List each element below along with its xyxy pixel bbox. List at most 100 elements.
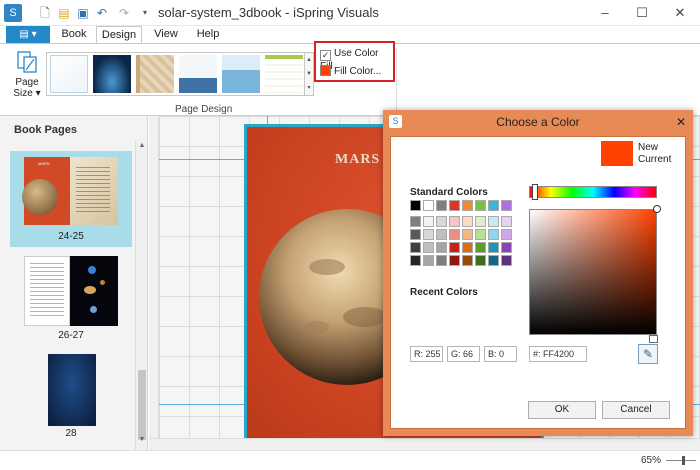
- color-swatch[interactable]: [501, 229, 512, 240]
- ok-button[interactable]: OK: [528, 401, 596, 419]
- color-swatch[interactable]: [436, 255, 447, 266]
- color-swatch[interactable]: [475, 216, 486, 227]
- color-picker-handle[interactable]: [653, 205, 661, 213]
- color-swatch[interactable]: [436, 216, 447, 227]
- color-swatch[interactable]: [449, 255, 460, 266]
- tab-book[interactable]: Book: [56, 26, 92, 44]
- page-size-button[interactable]: Page Size ▾: [10, 50, 44, 106]
- new-document-icon[interactable]: 🗋: [36, 4, 54, 22]
- color-swatch[interactable]: [462, 229, 473, 240]
- planet-small-icon: [100, 280, 105, 285]
- color-swatch[interactable]: [423, 200, 434, 211]
- minimize-button[interactable]: –: [585, 0, 625, 26]
- page-thumbnail-28[interactable]: 28: [10, 354, 132, 442]
- mars-thumb-icon: [22, 179, 58, 215]
- design-thumb-notebook[interactable]: [265, 55, 303, 93]
- thumb-right-page: [70, 157, 118, 225]
- app-icon[interactable]: S: [4, 4, 22, 22]
- cancel-button[interactable]: Cancel: [602, 401, 670, 419]
- color-swatch[interactable]: [449, 216, 460, 227]
- dialog-close-button[interactable]: ✕: [673, 114, 689, 130]
- color-swatch[interactable]: [449, 229, 460, 240]
- color-swatch[interactable]: [449, 242, 460, 253]
- gallery-scroll[interactable]: ▲ ▼ ▾: [304, 53, 313, 95]
- color-swatch[interactable]: [475, 229, 486, 240]
- color-swatch[interactable]: [423, 242, 434, 253]
- color-swatch[interactable]: [423, 255, 434, 266]
- open-folder-icon[interactable]: ▤: [55, 4, 73, 22]
- design-thumb-skyline[interactable]: [222, 55, 260, 93]
- saturn-icon: [84, 286, 96, 294]
- color-swatch[interactable]: [488, 242, 499, 253]
- color-swatch[interactable]: [410, 255, 421, 266]
- title-bar: S 🗋 ▤ ▣ ↶ ↷ ▾ solar-system_3dbook - iSpr…: [0, 0, 700, 26]
- file-menu-button[interactable]: ▤ ▾: [6, 26, 50, 44]
- page-thumbnail-24-25[interactable]: MARS 24-25: [10, 151, 132, 247]
- fill-color-button[interactable]: Fill Color...: [320, 65, 381, 77]
- color-swatch[interactable]: [436, 200, 447, 211]
- color-swatch[interactable]: [501, 255, 512, 266]
- green-value-field[interactable]: G: 66: [447, 346, 480, 362]
- blue-value-field[interactable]: B: 0: [484, 346, 517, 362]
- color-swatch[interactable]: [462, 255, 473, 266]
- color-swatch[interactable]: [488, 216, 499, 227]
- scroll-up-icon[interactable]: ▲: [136, 142, 148, 149]
- thumb-single-page: [48, 354, 96, 426]
- color-swatch[interactable]: [475, 242, 486, 253]
- scrollbar-thumb[interactable]: [138, 370, 146, 440]
- tab-view[interactable]: View: [148, 26, 184, 44]
- hue-slider-handle[interactable]: [532, 184, 538, 200]
- color-swatch[interactable]: [462, 242, 473, 253]
- color-swatch[interactable]: [423, 229, 434, 240]
- save-icon[interactable]: ▣: [74, 4, 92, 22]
- tab-help[interactable]: Help: [190, 26, 226, 44]
- page-thumbnail-26-27[interactable]: 26-27: [10, 256, 132, 346]
- quick-access-dropdown-icon[interactable]: ▾: [136, 4, 154, 22]
- color-swatch[interactable]: [488, 255, 499, 266]
- page-size-icon: [17, 51, 37, 73]
- color-fill-group: ✓Use Color Fill Fill Color...: [314, 41, 395, 82]
- zoom-level: 65%: [641, 455, 662, 466]
- design-thumb-blank[interactable]: [50, 55, 88, 93]
- color-swatch[interactable]: [501, 216, 512, 227]
- maximize-button[interactable]: ☐: [622, 0, 662, 26]
- color-swatch[interactable]: [501, 200, 512, 211]
- color-swatch[interactable]: [462, 200, 473, 211]
- color-swatch[interactable]: [475, 255, 486, 266]
- color-swatch[interactable]: [501, 242, 512, 253]
- color-swatch[interactable]: [410, 200, 421, 211]
- color-swatch[interactable]: [488, 200, 499, 211]
- color-swatch[interactable]: [436, 242, 447, 253]
- checkbox-checked-icon: ✓: [320, 50, 331, 61]
- color-swatch[interactable]: [423, 216, 434, 227]
- color-swatch[interactable]: [410, 229, 421, 240]
- close-window-button[interactable]: ✕: [660, 0, 700, 26]
- hue-slider[interactable]: [529, 186, 657, 198]
- canvas-horizontal-scrollbar[interactable]: [149, 438, 700, 450]
- recent-colors-label: Recent Colors: [410, 287, 478, 298]
- red-value-field[interactable]: R: 255: [410, 346, 443, 362]
- new-color-preview: [601, 141, 633, 166]
- saturation-value-picker[interactable]: [529, 209, 657, 335]
- eyedropper-icon[interactable]: ✎: [638, 344, 658, 364]
- color-swatch[interactable]: [462, 216, 473, 227]
- brightness-slider-handle[interactable]: [649, 335, 658, 343]
- tab-design[interactable]: Design: [96, 26, 142, 44]
- book-pages-title: Book Pages: [14, 124, 77, 136]
- scroll-down-icon[interactable]: ▼: [136, 436, 148, 443]
- undo-icon[interactable]: ↶: [93, 4, 111, 22]
- design-thumb-blue-light[interactable]: [93, 55, 131, 93]
- pages-vertical-scrollbar[interactable]: ▲ ▼: [135, 140, 147, 450]
- zoom-slider[interactable]: [666, 460, 696, 461]
- color-swatch[interactable]: [475, 200, 486, 211]
- color-swatch[interactable]: [488, 229, 499, 240]
- hex-value-field[interactable]: #: FF4200: [529, 346, 587, 362]
- design-thumb-parchment[interactable]: [136, 55, 174, 93]
- color-swatch[interactable]: [449, 200, 460, 211]
- redo-icon[interactable]: ↷: [115, 4, 133, 22]
- color-swatch[interactable]: [410, 242, 421, 253]
- color-swatch[interactable]: [410, 216, 421, 227]
- design-thumb-city[interactable]: [179, 55, 217, 93]
- zoom-slider-knob[interactable]: [682, 456, 685, 465]
- color-swatch[interactable]: [436, 229, 447, 240]
